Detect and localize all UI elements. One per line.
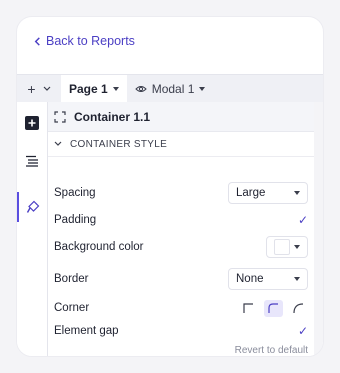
chevron-down-icon <box>54 141 62 146</box>
background-color-label: Background color <box>54 241 144 253</box>
eye-icon <box>134 85 147 92</box>
element-gap-label: Element gap <box>54 325 119 337</box>
tab-label: Modal 1 <box>151 81 195 96</box>
caret-down-icon <box>112 86 119 91</box>
page-frame: Back to Reports + Page 1 Modal 1 Contain… <box>0 0 340 373</box>
caret-down-icon <box>294 277 300 281</box>
style-button[interactable] <box>17 192 47 222</box>
padding-label: Padding <box>54 214 97 226</box>
corner-label: Corner <box>54 302 90 314</box>
corner-round-icon <box>293 302 304 313</box>
background-color-row: Background color <box>54 235 308 259</box>
tab-label: Page 1 <box>69 81 108 96</box>
chevron-left-icon <box>34 36 40 46</box>
corner-rounded-icon <box>268 302 278 313</box>
chevron-down-icon <box>43 86 51 91</box>
editor-card: Back to Reports + Page 1 Modal 1 Contain… <box>16 16 324 357</box>
plus-icon: + <box>27 80 36 97</box>
add-component-button[interactable] <box>17 108 47 138</box>
plus-square-icon <box>25 116 39 130</box>
border-label: Border <box>54 273 89 285</box>
spacing-row: Spacing Large <box>54 181 308 205</box>
element-gap-row: Element gap ✓ <box>54 319 308 343</box>
container-icon <box>54 110 66 123</box>
padding-row: Padding ✓ <box>54 208 308 232</box>
border-value: None <box>236 273 264 285</box>
corner-rounded-option[interactable] <box>264 299 283 317</box>
container-style-section-toggle[interactable]: CONTAINER STYLE <box>48 132 314 157</box>
color-swatch <box>274 239 290 255</box>
component-name: Container 1.1 <box>74 109 151 124</box>
paintbrush-icon <box>26 200 40 213</box>
tab-modal-1[interactable]: Modal 1 <box>127 75 214 102</box>
corner-square-icon <box>243 302 253 313</box>
corner-row: Corner <box>54 296 308 320</box>
section-title: CONTAINER STYLE <box>70 138 168 150</box>
add-page-button[interactable]: + <box>17 75 61 102</box>
back-to-reports-link[interactable]: Back to Reports <box>33 34 135 48</box>
corner-options <box>239 299 308 317</box>
border-row: Border None <box>54 267 308 291</box>
revert-to-default-link[interactable]: Revert to default <box>235 345 308 356</box>
tab-page-1[interactable]: Page 1 <box>61 75 127 102</box>
outline-button[interactable] <box>17 146 47 176</box>
left-tool-rail <box>17 102 48 356</box>
element-gap-checkbox[interactable]: ✓ <box>298 324 308 338</box>
corner-square-option[interactable] <box>239 300 258 317</box>
list-icon <box>26 155 38 167</box>
padding-checkbox[interactable]: ✓ <box>298 213 308 227</box>
back-link-label: Back to Reports <box>46 34 135 48</box>
caret-down-icon <box>294 191 300 195</box>
spacing-value: Large <box>236 187 266 199</box>
caret-down-icon <box>199 86 206 91</box>
component-header: Container 1.1 <box>48 102 314 132</box>
background-color-select[interactable] <box>266 236 308 258</box>
style-panel: Container 1.1 CONTAINER STYLE Spacing La… <box>48 102 314 356</box>
spacing-label: Spacing <box>54 187 96 199</box>
caret-down-icon <box>294 245 300 249</box>
border-select[interactable]: None <box>228 268 308 290</box>
panel-scroll-area <box>314 102 323 356</box>
corner-round-option[interactable] <box>289 300 308 317</box>
spacing-select[interactable]: Large <box>228 182 308 204</box>
page-tabs-bar: + Page 1 Modal 1 <box>17 74 323 103</box>
